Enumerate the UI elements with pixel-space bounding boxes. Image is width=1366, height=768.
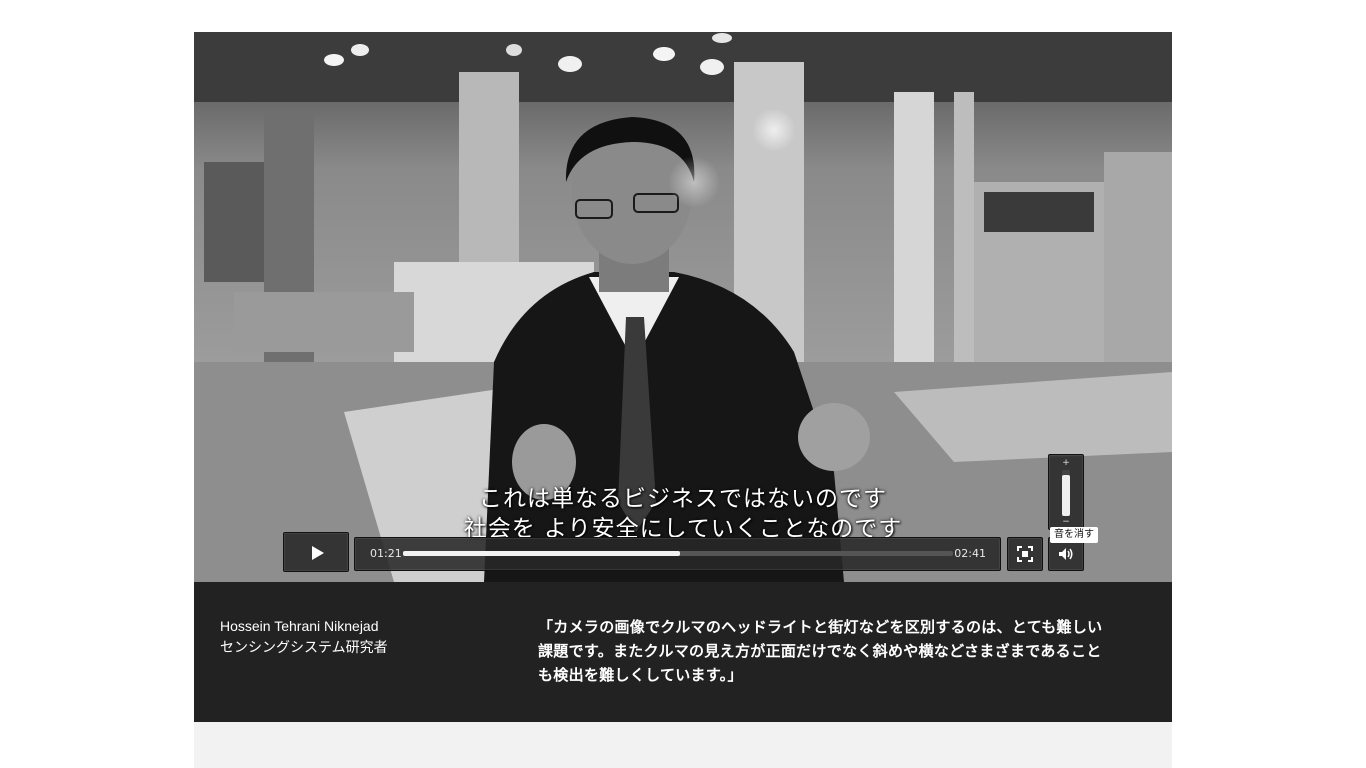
volume-plus-label: + [1062,458,1070,468]
lower-section [194,722,1172,768]
fullscreen-icon [1017,546,1033,562]
content-container: これは単なるビジネスではないのです 社会を より安全にしていくことなのです 01… [194,32,1172,768]
mute-tooltip: 音を消す [1050,527,1098,543]
play-icon [312,546,324,560]
speaker-name: Hossein Tehrani Niknejad [220,618,379,634]
fullscreen-button[interactable] [1007,537,1043,571]
current-time: 01:21 [370,547,402,560]
volume-level [1062,474,1070,516]
video-player[interactable]: これは単なるビジネスではないのです 社会を より安全にしていくことなのです 01… [194,32,1172,582]
volume-icon [1059,548,1073,560]
speaker-quote: 「カメラの画像でクルマのヘッドライトと街灯などを区別するのは、とても難しい 課題… [538,615,1138,687]
volume-slider-panel: + − [1048,454,1084,530]
subtitle-line-1: これは単なるビジネスではないのです [479,486,887,512]
seek-progress [403,551,680,556]
seek-bar-container: 01:21 02:41 [354,537,1001,571]
page: これは単なるビジネスではないのです 社会を より安全にしていくことなのです 01… [0,0,1366,768]
play-button[interactable] [283,532,349,572]
speaker-title: センシングシステム研究者 [220,639,388,655]
seek-bar[interactable] [403,551,953,556]
volume-minus-label: − [1062,517,1070,527]
speaker-block: Hossein Tehrani Niknejad センシングシステム研究者 [220,616,388,658]
quote-line-2: 課題です。またクルマの見え方が正面だけでなく斜めや横などさまざまであること [538,642,1102,660]
volume-slider[interactable] [1062,470,1070,516]
quote-line-3: も検出を難しくしています。」 [538,666,743,684]
speaker-info-panel: Hossein Tehrani Niknejad センシングシステム研究者 「カ… [194,582,1172,722]
total-time: 02:41 [954,547,986,560]
quote-line-1: 「カメラの画像でクルマのヘッドライトと街灯などを区別するのは、とても難しい [538,618,1103,636]
